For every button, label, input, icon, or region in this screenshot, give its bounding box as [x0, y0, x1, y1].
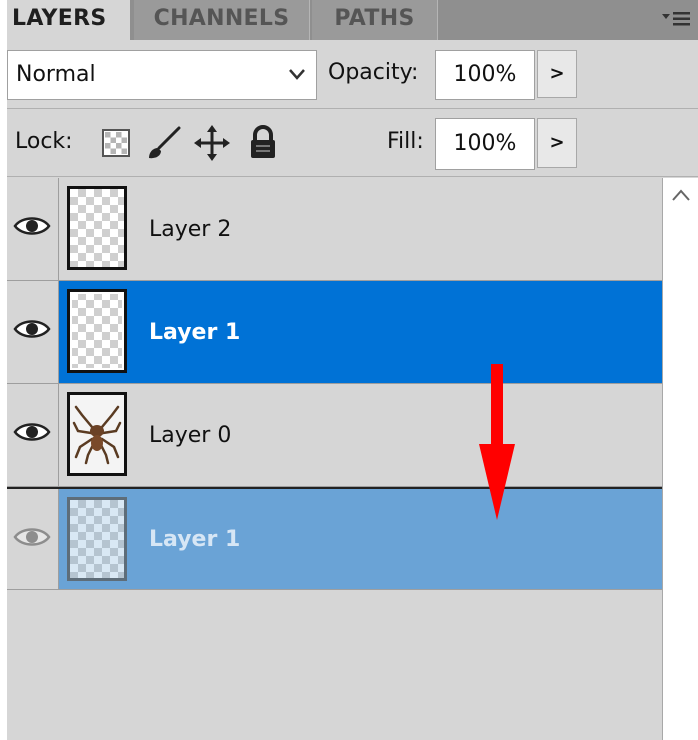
tab-bar: LAYERS CHANNELS PATHS — [7, 0, 698, 41]
layer-name: Layer 1 — [149, 526, 241, 552]
layer-row-layer-2[interactable]: Layer 2 — [7, 178, 662, 281]
eye-icon — [13, 217, 51, 235]
eye-icon — [13, 528, 51, 546]
fill-input[interactable]: 100% — [435, 118, 535, 170]
layer-row-layer-1[interactable]: Layer 1 — [7, 281, 662, 384]
lock-transparent-icon[interactable] — [101, 128, 131, 158]
layers-panel: LAYERS CHANNELS PATHS Normal Opacity: 10… — [7, 0, 698, 740]
scroll-up-icon[interactable] — [671, 188, 691, 202]
lock-all-icon[interactable] — [247, 124, 279, 162]
layer-thumbnail — [67, 392, 127, 476]
panel-menu-icon[interactable] — [662, 10, 692, 28]
opacity-input[interactable]: 100% — [435, 50, 535, 100]
layer-name[interactable]: Layer 1 — [149, 281, 240, 383]
layer-list: Layer 2 Layer 1 Layer 0 Layer 1 — [7, 178, 662, 740]
blend-mode-select[interactable]: Normal — [7, 50, 317, 100]
visibility-toggle[interactable] — [7, 281, 59, 383]
layer-list-scrollbar[interactable] — [662, 178, 698, 740]
eye-icon — [13, 320, 51, 338]
fill-slider-button[interactable]: > — [537, 118, 577, 168]
drag-direction-arrow-icon — [479, 364, 515, 520]
layer-thumbnail — [67, 186, 127, 270]
tab-layers[interactable]: LAYERS — [7, 0, 130, 41]
visibility-toggle — [7, 489, 59, 589]
tab-paths[interactable]: PATHS — [312, 0, 438, 40]
lock-label: Lock: — [15, 129, 73, 154]
layer-thumbnail — [67, 497, 127, 581]
layer-thumbnail — [67, 289, 127, 373]
layer-name[interactable]: Layer 0 — [149, 384, 231, 486]
eye-icon — [13, 423, 51, 441]
tab-channels[interactable]: CHANNELS — [134, 0, 310, 40]
opacity-slider-button[interactable]: > — [537, 50, 577, 98]
lock-brush-icon[interactable] — [143, 124, 183, 162]
layer-row-layer-0[interactable]: Layer 0 — [7, 384, 662, 487]
visibility-toggle[interactable] — [7, 384, 59, 486]
divider — [7, 176, 698, 177]
chevron-down-icon — [289, 69, 305, 80]
layer-name[interactable]: Layer 2 — [149, 178, 231, 280]
spider-thumbnail-icon — [72, 405, 122, 465]
lock-move-icon[interactable] — [193, 124, 231, 162]
divider — [7, 108, 698, 109]
dragged-layer-ghost: Layer 1 — [7, 487, 662, 590]
opacity-label: Opacity: — [328, 60, 419, 85]
visibility-toggle[interactable] — [7, 178, 59, 280]
fill-label: Fill: — [387, 129, 424, 154]
blend-mode-value: Normal — [16, 62, 96, 87]
